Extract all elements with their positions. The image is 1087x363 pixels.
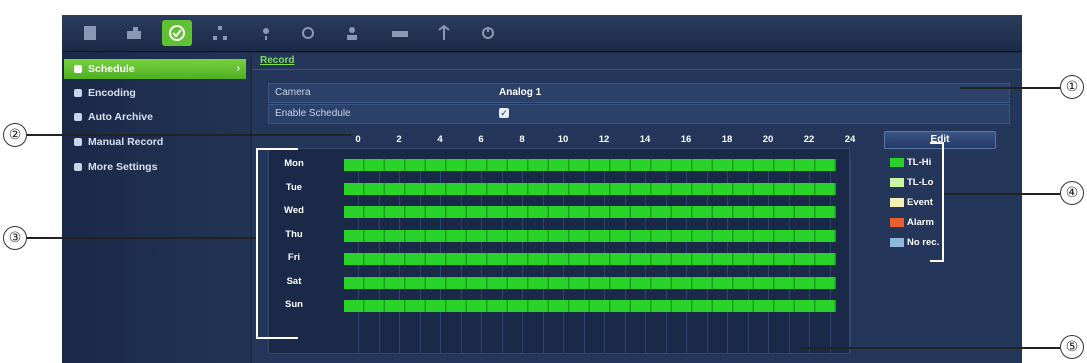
- legend-item[interactable]: Alarm: [890, 215, 934, 229]
- chevron-right-icon: ›: [236, 63, 240, 74]
- record-icon[interactable]: [162, 20, 192, 46]
- settings-icon: [74, 163, 82, 171]
- network-icon[interactable]: [208, 21, 232, 45]
- schedule-bar-thu[interactable]: [344, 229, 836, 242]
- sidebar-item-encoding[interactable]: Encoding: [64, 83, 246, 103]
- sidebar-item-label: Auto Archive: [88, 111, 153, 123]
- sidebar-item-auto-archive[interactable]: Auto Archive: [64, 107, 246, 127]
- enable-schedule-row: Enable Schedule ✓: [268, 104, 1010, 124]
- schedule-bar-sun[interactable]: [344, 300, 836, 312]
- legend-item[interactable]: Event: [890, 195, 933, 209]
- legend-label: TL-Hi: [907, 156, 932, 168]
- callout-line: [800, 347, 1060, 349]
- hour-label: 2: [396, 134, 402, 145]
- hour-label: 24: [844, 134, 856, 145]
- sidebar-item-label: More Settings: [88, 161, 158, 173]
- user-icon[interactable]: [340, 21, 364, 45]
- legend-swatch: [890, 157, 904, 167]
- archive-icon: [74, 113, 82, 121]
- schedule-bar-fri[interactable]: [344, 253, 836, 265]
- callout-number: ②: [3, 123, 27, 147]
- encoding-icon: [74, 89, 82, 97]
- hour-label: 14: [639, 134, 651, 145]
- hour-label: 16: [680, 134, 692, 145]
- callout-line: [27, 134, 351, 136]
- monitor-icon[interactable]: [78, 21, 102, 45]
- callout-number: ④: [1060, 181, 1084, 205]
- sidebar: Schedule › Encoding Auto Archive Manual …: [62, 53, 250, 363]
- hour-label: 10: [557, 134, 569, 145]
- camera-row[interactable]: Camera Analog 1: [268, 83, 1010, 103]
- hour-label: 0: [355, 134, 361, 145]
- hour-label: 8: [519, 134, 525, 145]
- callout-number: ①: [1060, 75, 1084, 99]
- camera-label: Camera: [275, 87, 311, 98]
- sidebar-item-schedule[interactable]: Schedule ›: [64, 59, 246, 79]
- legend-swatch: [890, 217, 904, 227]
- callout-line: [944, 193, 1060, 195]
- hour-label: 22: [803, 134, 815, 145]
- camera-settings-icon[interactable]: [122, 21, 146, 45]
- top-toolbar: [62, 15, 1022, 52]
- enable-schedule-checkbox[interactable]: ✓: [499, 108, 509, 118]
- schedule-bar-wed[interactable]: [344, 206, 836, 218]
- alarm-icon[interactable]: [254, 21, 278, 45]
- hour-label: 18: [721, 134, 733, 145]
- sidebar-item-label: Schedule: [88, 63, 135, 75]
- legend-label: Event: [907, 196, 933, 208]
- schedule-bar-sat[interactable]: [344, 276, 836, 289]
- sidebar-item-label: Encoding: [88, 87, 136, 99]
- sidebar-item-label: Manual Record: [88, 136, 164, 148]
- schedule-grid[interactable]: [268, 148, 850, 354]
- callout-line: [27, 237, 257, 239]
- hour-label: 12: [598, 134, 610, 145]
- hdd-icon[interactable]: [388, 21, 412, 45]
- hour-label: 6: [478, 134, 484, 145]
- callout-number: ⑤: [1060, 335, 1084, 359]
- schedule-bar-tue[interactable]: [344, 182, 836, 195]
- manual-record-icon: [74, 138, 82, 146]
- hour-label: 4: [437, 134, 443, 145]
- callout-bracket: [256, 148, 298, 339]
- device-icon[interactable]: [296, 21, 320, 45]
- schedule-icon: [74, 65, 82, 73]
- shutdown-icon[interactable]: [476, 21, 500, 45]
- callout-number: ③: [3, 226, 27, 250]
- grid-line: [850, 159, 851, 353]
- tab-record[interactable]: Record: [260, 55, 294, 66]
- enable-schedule-label: Enable Schedule: [275, 108, 351, 119]
- legend-swatch: [890, 237, 904, 247]
- legend-item[interactable]: TL-Lo: [890, 175, 933, 189]
- legend-item[interactable]: TL-Hi: [890, 155, 931, 169]
- main-panel: Record Camera Analog 1 Enable Schedule ✓…: [252, 53, 1022, 363]
- legend-swatch: [890, 177, 904, 187]
- sidebar-item-more-settings[interactable]: More Settings: [64, 157, 246, 177]
- callout-line: [960, 87, 1060, 89]
- schedule-bar-mon[interactable]: [344, 159, 836, 171]
- hour-label: 20: [762, 134, 774, 145]
- dvr-screen: Schedule › Encoding Auto Archive Manual …: [62, 15, 1022, 363]
- tab-divider: [252, 69, 1022, 70]
- legend-swatch: [890, 197, 904, 207]
- callout-bracket: [930, 142, 944, 262]
- system-info-icon[interactable]: [432, 21, 456, 45]
- camera-select[interactable]: Analog 1: [499, 87, 541, 98]
